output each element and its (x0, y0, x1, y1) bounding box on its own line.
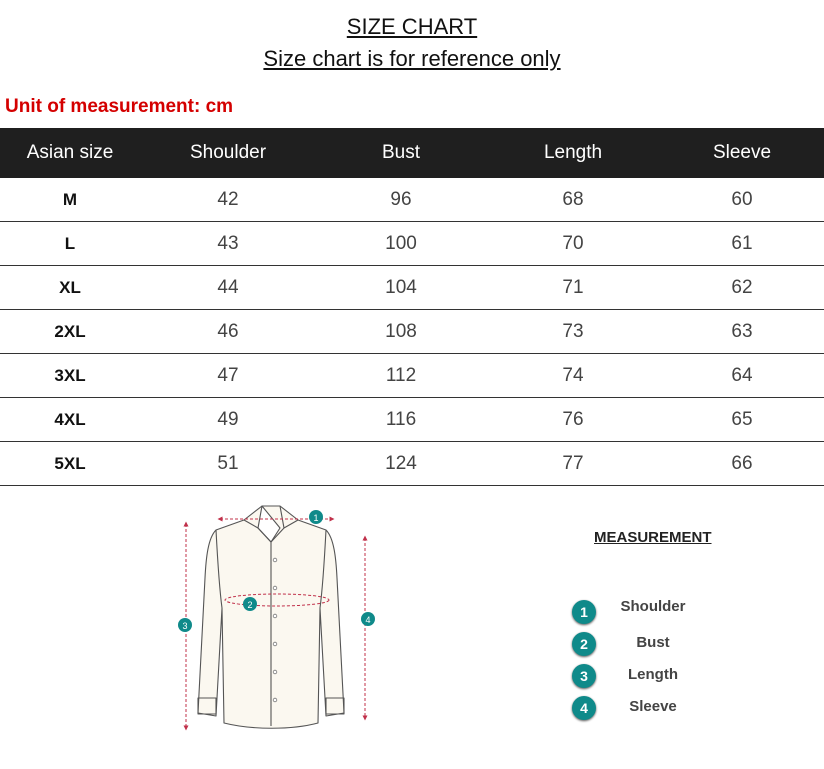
cell-bust: 112 (316, 353, 486, 398)
cell-length: 77 (486, 441, 660, 486)
legend-number-4-icon: 4 (572, 696, 596, 720)
legend-label: Bust (636, 634, 670, 651)
legend-number-2-icon: 2 (572, 632, 596, 656)
cell-sleeve: 60 (660, 178, 824, 222)
cell-bust: 116 (316, 397, 486, 442)
cell-bust: 96 (316, 178, 486, 222)
page-title: SIZE CHART (346, 14, 478, 39)
cell-size: M (0, 178, 140, 222)
header-shoulder: Shoulder (140, 128, 316, 178)
cell-shoulder: 49 (140, 397, 316, 442)
cell-bust: 108 (316, 309, 486, 354)
svg-text:3: 3 (182, 621, 187, 631)
shirt-outline (197, 505, 345, 729)
header-bust: Bust (316, 128, 486, 178)
marker-1: 1 (309, 510, 323, 524)
svg-text:4: 4 (365, 615, 370, 625)
cell-size: L (0, 221, 140, 266)
table-row: 3XL 47 112 74 64 (0, 353, 824, 398)
header-asian-size: Asian size (0, 128, 140, 178)
svg-text:2: 2 (247, 600, 252, 610)
cell-shoulder: 46 (140, 309, 316, 354)
table-row: 4XL 49 116 76 65 (0, 397, 824, 442)
legend-label: Sleeve (629, 698, 677, 715)
cell-shoulder: 44 (140, 265, 316, 310)
header-sleeve: Sleeve (660, 128, 824, 178)
marker-3: 3 (178, 618, 192, 632)
cell-bust: 100 (316, 221, 486, 266)
cell-size: 2XL (0, 309, 140, 354)
table-header-row: Asian size Shoulder Bust Length Sleeve (0, 128, 824, 178)
page-subtitle: Size chart is for reference only (263, 46, 561, 71)
table-row: M 42 96 68 60 (0, 178, 824, 222)
cell-size: 4XL (0, 397, 140, 442)
cell-sleeve: 64 (660, 353, 824, 398)
table-row: 5XL 51 124 77 66 (0, 441, 824, 486)
cell-sleeve: 66 (660, 441, 824, 486)
cell-length: 74 (486, 353, 660, 398)
legend-label: Shoulder (620, 598, 686, 615)
cell-length: 70 (486, 221, 660, 266)
svg-text:1: 1 (313, 513, 318, 523)
marker-2: 2 (243, 597, 257, 611)
cell-shoulder: 47 (140, 353, 316, 398)
cell-shoulder: 42 (140, 178, 316, 222)
cell-length: 73 (486, 309, 660, 354)
cell-size: 3XL (0, 353, 140, 398)
cell-size: XL (0, 265, 140, 310)
legend-number-1-icon: 1 (572, 600, 596, 624)
cell-length: 71 (486, 265, 660, 310)
legend-title: MEASUREMENT (594, 529, 712, 546)
table-row: 2XL 46 108 73 63 (0, 309, 824, 354)
cell-sleeve: 65 (660, 397, 824, 442)
cell-shoulder: 51 (140, 441, 316, 486)
unit-note: Unit of measurement: cm (5, 96, 234, 117)
legend-label: Length (628, 666, 678, 683)
cell-sleeve: 63 (660, 309, 824, 354)
cell-bust: 124 (316, 441, 486, 486)
cell-sleeve: 62 (660, 265, 824, 310)
cell-size: 5XL (0, 441, 140, 486)
legend-number-3-icon: 3 (572, 664, 596, 688)
cell-bust: 104 (316, 265, 486, 310)
cell-length: 68 (486, 178, 660, 222)
marker-4: 4 (361, 612, 375, 626)
cell-shoulder: 43 (140, 221, 316, 266)
table-row: XL 44 104 71 62 (0, 265, 824, 310)
cell-length: 76 (486, 397, 660, 442)
cell-sleeve: 61 (660, 221, 824, 266)
size-table: Asian size Shoulder Bust Length Sleeve M… (0, 128, 824, 486)
header-length: Length (486, 128, 660, 178)
table-row: L 43 100 70 61 (0, 221, 824, 266)
shirt-diagram: 1 2 3 4 (178, 505, 375, 731)
